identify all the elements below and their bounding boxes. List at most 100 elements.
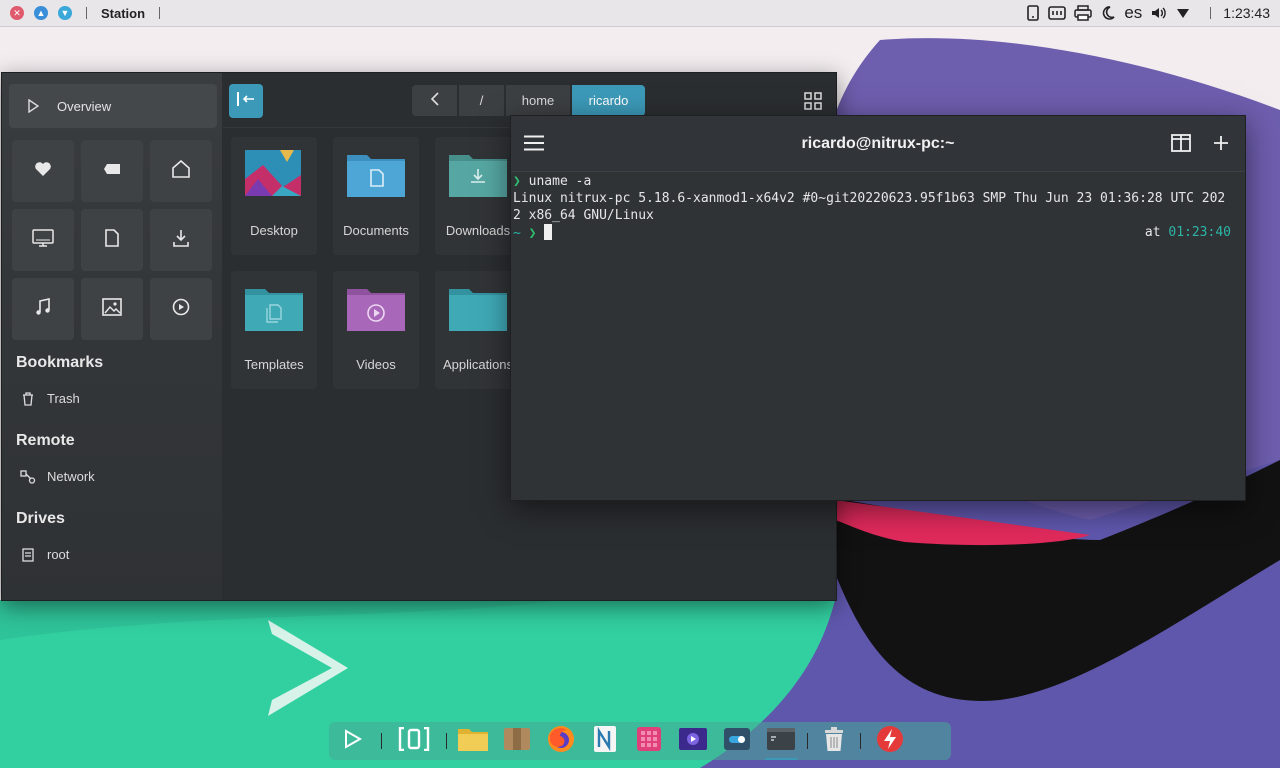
trash-icon bbox=[20, 391, 36, 406]
sidebar-item-network[interactable]: Network bbox=[20, 469, 95, 484]
night-mode-icon[interactable] bbox=[1100, 5, 1116, 21]
sidebar-item-trash[interactable]: Trash bbox=[20, 391, 80, 406]
overview-button[interactable]: Overview bbox=[9, 84, 217, 128]
breadcrumb: / home ricardo bbox=[412, 85, 647, 116]
folder-documents[interactable]: Documents bbox=[333, 137, 419, 255]
remote-heading: Remote bbox=[16, 432, 75, 449]
workspaces-icon bbox=[398, 726, 430, 756]
folder-templates[interactable]: Templates bbox=[231, 271, 317, 389]
terminal-output[interactable]: ❯ uname -a Linux nitrux-pc 5.18.6-xanmod… bbox=[513, 173, 1243, 242]
folder-downloads[interactable]: Downloads bbox=[435, 137, 521, 255]
separator bbox=[159, 7, 161, 19]
dock-archive-app[interactable] bbox=[495, 722, 539, 760]
play-icon bbox=[27, 99, 39, 113]
breadcrumb-home[interactable]: home bbox=[506, 85, 570, 116]
maximize-icon[interactable]: ▼ bbox=[58, 6, 72, 20]
prompt-line: ~ ❯ at 01:23:40 bbox=[513, 224, 1243, 242]
phone-icon[interactable] bbox=[1026, 5, 1040, 21]
downloads-button[interactable] bbox=[150, 209, 212, 271]
breadcrumb-ricardo[interactable]: ricardo bbox=[572, 85, 645, 116]
dock-video-player[interactable] bbox=[671, 722, 715, 760]
back-button[interactable] bbox=[412, 85, 457, 116]
separator bbox=[860, 733, 861, 749]
dock-pix[interactable] bbox=[627, 722, 671, 760]
dock-terminal[interactable] bbox=[759, 722, 803, 760]
close-icon[interactable]: ✕ bbox=[10, 6, 24, 20]
package-icon bbox=[503, 726, 531, 757]
split-view-icon[interactable] bbox=[1171, 134, 1191, 157]
image-icon bbox=[102, 297, 122, 321]
sidebar-collapse-icon bbox=[236, 91, 256, 112]
favorites-button[interactable] bbox=[12, 140, 74, 202]
desktop-button[interactable] bbox=[12, 209, 74, 271]
cwd: ~ bbox=[513, 226, 521, 241]
dock bbox=[329, 722, 951, 760]
terminal-window: ricardo@nitrux-pc:~ ❯ uname -a Linux nit… bbox=[510, 115, 1246, 501]
command-text: uname -a bbox=[528, 174, 592, 189]
sidebar-item-label: Trash bbox=[47, 391, 80, 406]
notes-icon bbox=[593, 725, 617, 758]
dock-power[interactable] bbox=[865, 722, 915, 760]
right-prompt: at 01:23:40 bbox=[1145, 224, 1231, 241]
network-card-icon[interactable] bbox=[1048, 5, 1067, 21]
terminal-header: ricardo@nitrux-pc:~ bbox=[511, 116, 1245, 172]
folder-videos[interactable]: Videos bbox=[333, 271, 419, 389]
sidebar-item-label: root bbox=[47, 547, 70, 562]
applications-folder-icon bbox=[448, 283, 508, 338]
folder-label: Documents bbox=[343, 223, 409, 238]
home-button[interactable] bbox=[150, 140, 212, 202]
network-icon bbox=[20, 469, 36, 484]
folder-label: Templates bbox=[244, 357, 304, 372]
separator bbox=[1210, 7, 1212, 19]
folder-applications[interactable]: Applications bbox=[435, 271, 521, 389]
drives-heading: Drives bbox=[16, 510, 65, 527]
text-cursor bbox=[544, 224, 553, 240]
overview-label: Overview bbox=[57, 98, 112, 114]
heart-icon bbox=[34, 161, 52, 182]
time-label: at bbox=[1144, 225, 1161, 240]
documents-folder-icon bbox=[346, 149, 406, 204]
volume-icon[interactable] bbox=[1150, 5, 1168, 21]
minimize-icon[interactable]: ▲ bbox=[34, 6, 48, 20]
wifi-icon[interactable] bbox=[1176, 7, 1190, 19]
sidebar-item-root[interactable]: root bbox=[20, 547, 69, 562]
toggle-sidebar-button[interactable] bbox=[229, 84, 263, 118]
music-button[interactable] bbox=[12, 278, 74, 340]
hamburger-menu-icon[interactable] bbox=[524, 135, 544, 156]
trash-icon bbox=[823, 726, 845, 757]
dock-firefox[interactable] bbox=[539, 722, 583, 760]
top-panel: ✕ ▲ ▼ Station es 1:23:43 bbox=[0, 0, 1280, 27]
separator bbox=[381, 733, 382, 749]
pictures-button[interactable] bbox=[81, 278, 143, 340]
dock-file-manager[interactable] bbox=[451, 722, 495, 760]
documents-button[interactable] bbox=[81, 209, 143, 271]
keyboard-layout[interactable]: es bbox=[1124, 3, 1142, 23]
dock-overview[interactable] bbox=[386, 722, 442, 760]
grid-view-button[interactable] bbox=[804, 92, 822, 115]
breadcrumb-root[interactable]: / bbox=[459, 85, 504, 116]
prompt-symbol: ❯ bbox=[513, 174, 521, 189]
sidebar-item-label: Network bbox=[47, 469, 95, 484]
separator bbox=[446, 733, 447, 749]
dock-launcher[interactable] bbox=[329, 722, 377, 760]
clock[interactable]: 1:23:43 bbox=[1223, 5, 1270, 21]
prompt-symbol: ❯ bbox=[528, 226, 537, 241]
dock-settings[interactable] bbox=[715, 722, 759, 760]
sidebar: Overview Bookmarks Trash Remote Network … bbox=[2, 73, 222, 600]
command-line: ❯ uname -a bbox=[513, 173, 1243, 190]
videos-button[interactable] bbox=[150, 278, 212, 340]
folder-desktop[interactable]: Desktop bbox=[231, 137, 317, 255]
new-tab-icon[interactable] bbox=[1214, 136, 1228, 155]
folder-label: Applications bbox=[442, 357, 514, 372]
terminal-icon bbox=[766, 727, 796, 756]
output-line: Linux nitrux-pc 5.18.6-xanmod1-x64v2 #0~… bbox=[513, 191, 1226, 206]
video-player-icon bbox=[678, 727, 708, 756]
folder-icon bbox=[457, 726, 489, 757]
output-line: 2 x86_64 GNU/Linux bbox=[513, 208, 654, 223]
dock-notes[interactable] bbox=[583, 722, 627, 760]
active-indicator bbox=[765, 758, 797, 760]
printer-icon[interactable] bbox=[1074, 5, 1093, 21]
dock-trash[interactable] bbox=[812, 722, 856, 760]
tags-button[interactable] bbox=[81, 140, 143, 202]
drive-icon bbox=[20, 547, 36, 562]
